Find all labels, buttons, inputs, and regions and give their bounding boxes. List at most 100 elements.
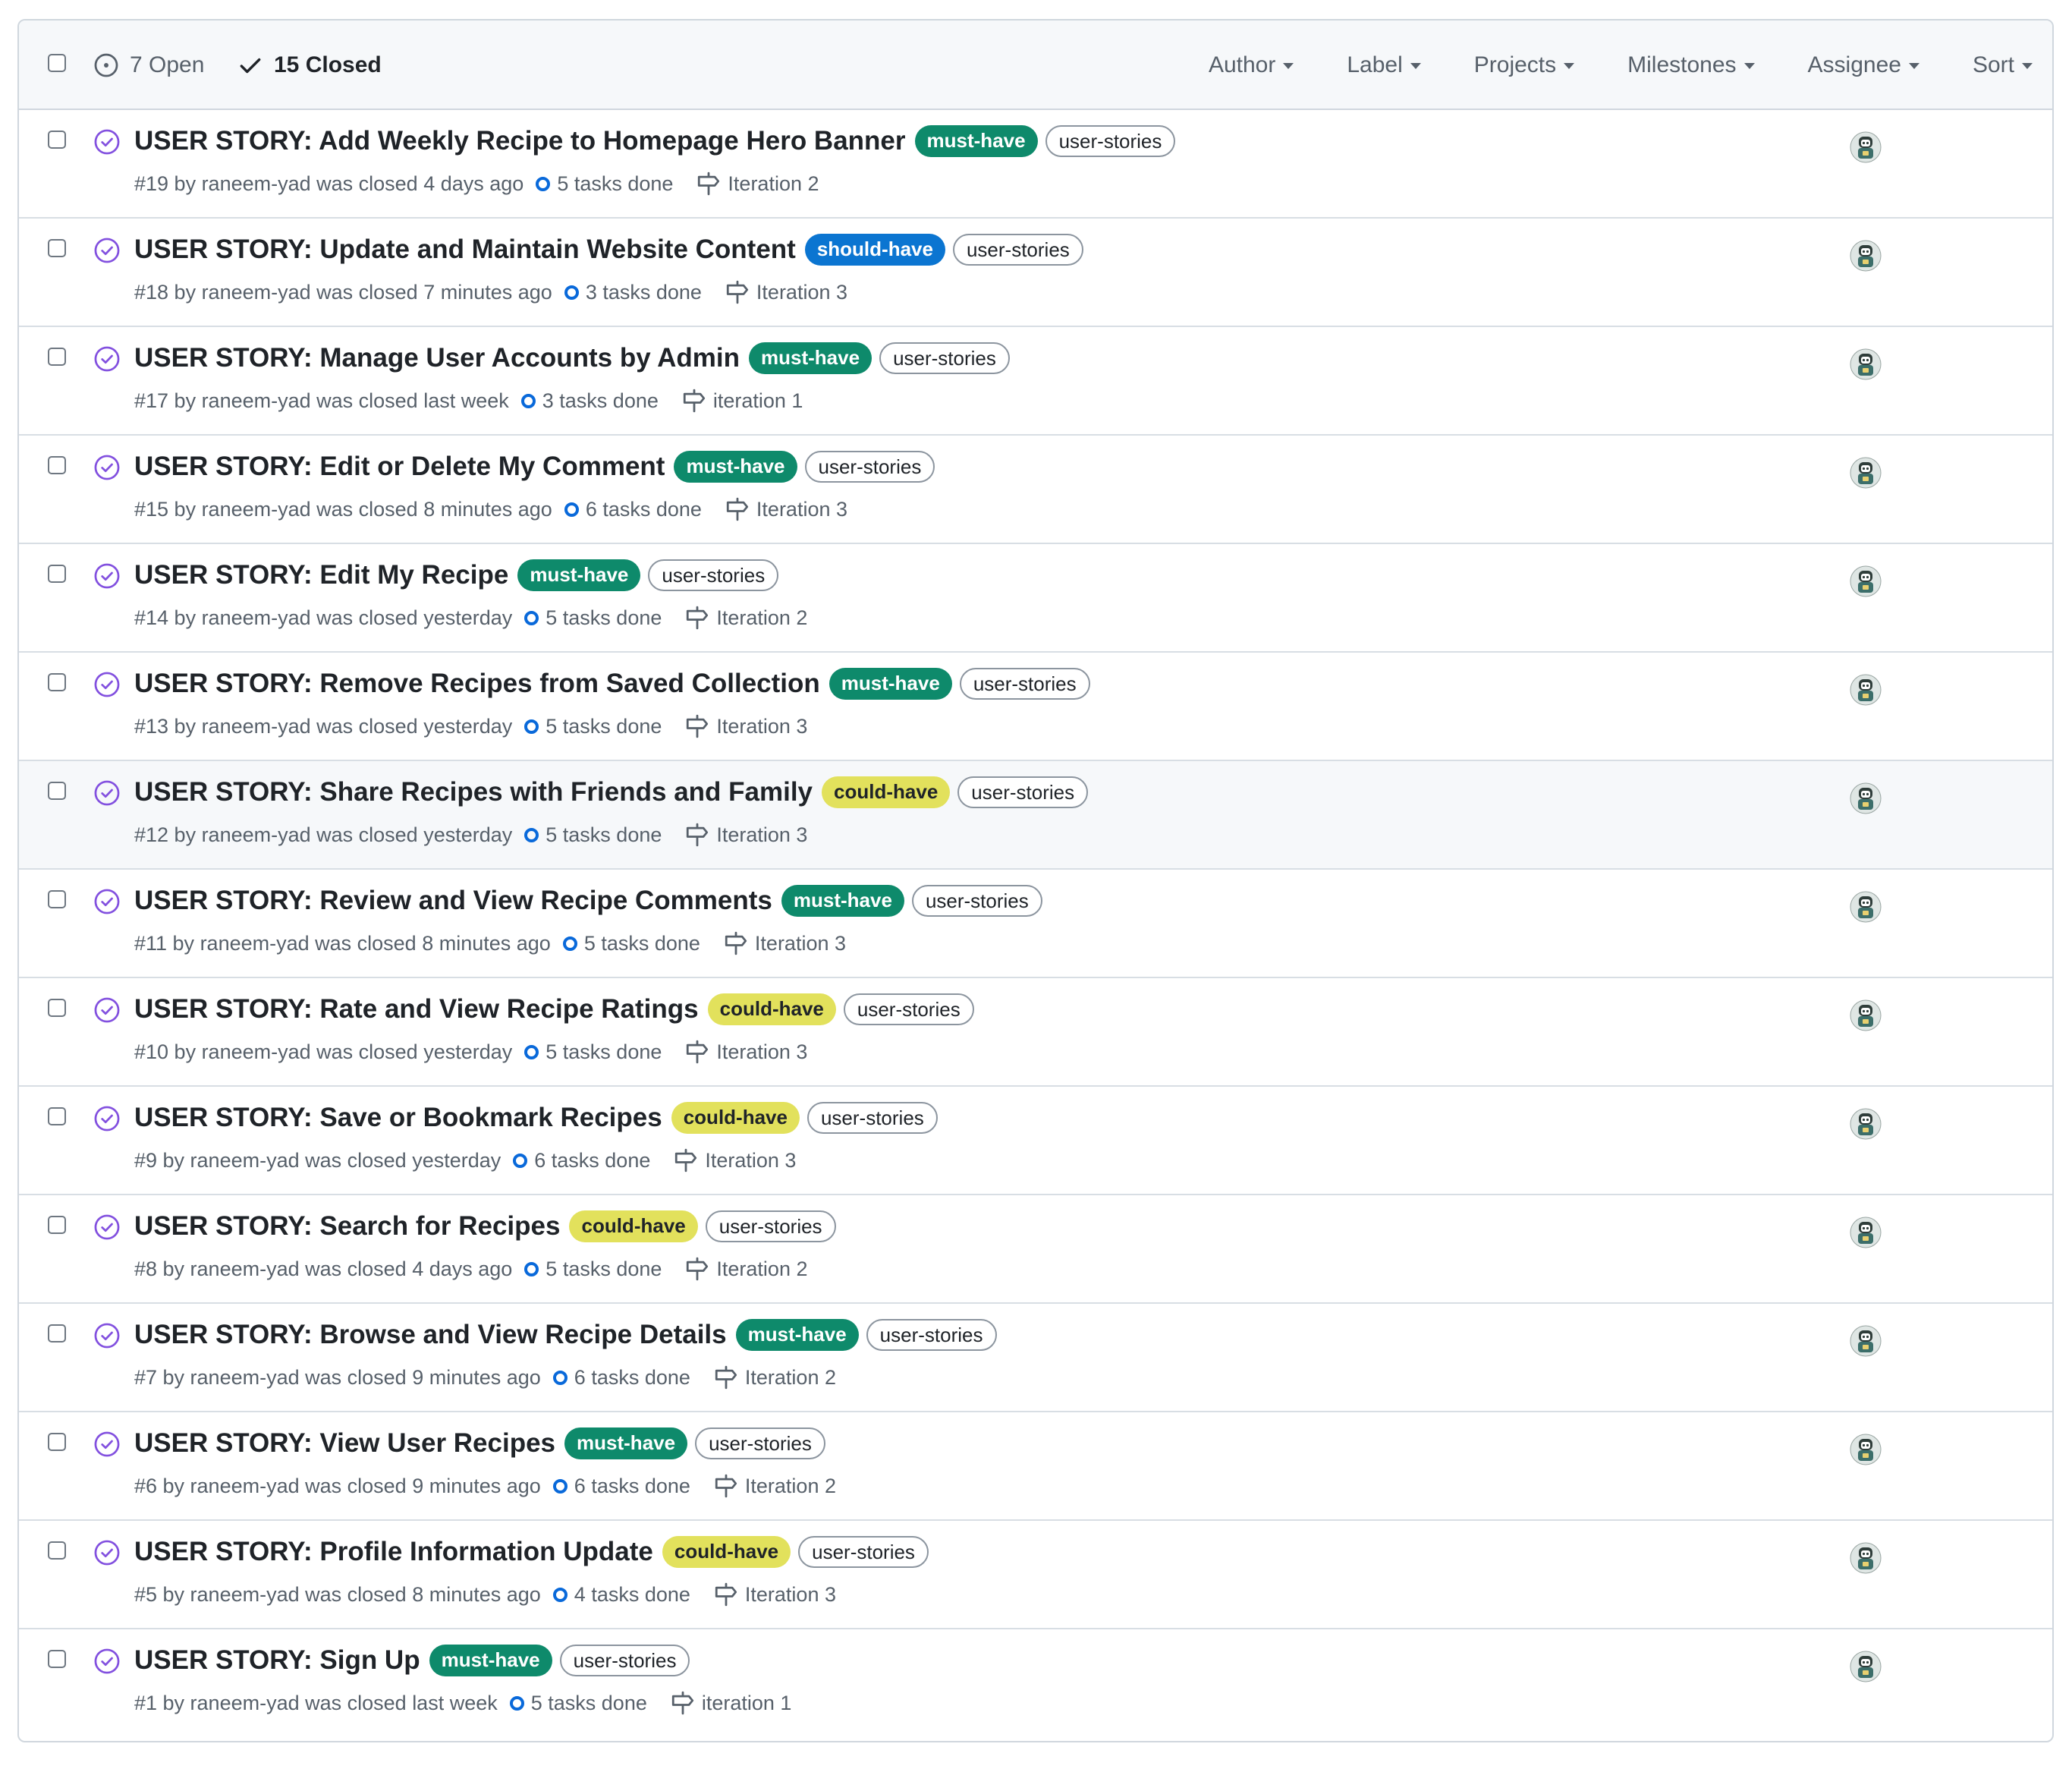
milestone-link[interactable]: Iteration 3 — [684, 822, 807, 848]
user-stories-label[interactable]: user-stories — [648, 559, 779, 591]
priority-label[interactable]: could-have — [822, 776, 951, 808]
user-stories-label[interactable]: user-stories — [559, 1645, 690, 1676]
assignee-avatar[interactable] — [1850, 782, 1882, 814]
issue-row[interactable]: USER STORY: Edit My Recipe must-have use… — [19, 544, 2052, 653]
issue-checkbox[interactable] — [48, 239, 66, 257]
select-all-checkbox[interactable] — [48, 54, 66, 72]
milestone-link[interactable]: Iteration 3 — [725, 279, 847, 305]
issue-row[interactable]: USER STORY: Profile Information Update c… — [19, 1521, 2052, 1629]
issue-checkbox[interactable] — [48, 890, 66, 908]
issue-title-link[interactable]: USER STORY: View User Recipes — [134, 1428, 555, 1459]
milestone-link[interactable]: Iteration 3 — [684, 1039, 807, 1065]
priority-label[interactable]: must-have — [781, 885, 904, 917]
issue-checkbox[interactable] — [48, 131, 66, 149]
issue-title-link[interactable]: USER STORY: Profile Information Update — [134, 1537, 653, 1567]
assignee-avatar[interactable] — [1850, 131, 1882, 163]
issue-title-link[interactable]: USER STORY: Search for Recipes — [134, 1211, 560, 1242]
open-issues-tab[interactable]: 7 Open — [93, 20, 204, 110]
priority-label[interactable]: must-have — [914, 125, 1038, 157]
priority-label[interactable]: must-have — [564, 1427, 688, 1459]
issue-checkbox[interactable] — [48, 1216, 66, 1234]
assignee-avatar[interactable] — [1850, 999, 1882, 1031]
assignee-avatar[interactable] — [1850, 1325, 1882, 1357]
priority-label[interactable]: must-have — [735, 1319, 859, 1351]
milestone-link[interactable]: Iteration 3 — [725, 496, 847, 522]
issue-row[interactable]: USER STORY: Share Recipes with Friends a… — [19, 761, 2052, 870]
issue-checkbox[interactable] — [48, 1650, 66, 1668]
issue-title-link[interactable]: USER STORY: Review and View Recipe Comme… — [134, 886, 772, 916]
milestone-link[interactable]: Iteration 2 — [684, 1256, 807, 1282]
assignee-avatar[interactable] — [1850, 674, 1882, 706]
issue-checkbox[interactable] — [48, 999, 66, 1017]
priority-label[interactable]: could-have — [569, 1210, 698, 1242]
issue-title-link[interactable]: USER STORY: Edit or Delete My Comment — [134, 452, 665, 482]
user-stories-label[interactable]: user-stories — [879, 342, 1010, 374]
user-stories-label[interactable]: user-stories — [843, 993, 974, 1025]
issue-checkbox[interactable] — [48, 782, 66, 800]
projects-filter[interactable]: Projects — [1474, 52, 1575, 78]
issue-row[interactable]: USER STORY: Save or Bookmark Recipes cou… — [19, 1087, 2052, 1195]
assignee-avatar[interactable] — [1850, 348, 1882, 380]
milestone-link[interactable]: Iteration 3 — [723, 930, 846, 956]
priority-label[interactable]: must-have — [674, 451, 797, 483]
milestone-link[interactable]: Iteration 2 — [696, 171, 819, 197]
assignee-avatar[interactable] — [1850, 240, 1882, 272]
user-stories-label[interactable]: user-stories — [952, 234, 1083, 266]
user-stories-label[interactable]: user-stories — [804, 451, 935, 483]
issue-row[interactable]: USER STORY: Add Weekly Recipe to Homepag… — [19, 110, 2052, 219]
assignee-avatar[interactable] — [1850, 891, 1882, 923]
issue-title-link[interactable]: USER STORY: Rate and View Recipe Ratings — [134, 994, 699, 1025]
issue-checkbox[interactable] — [48, 1433, 66, 1451]
issue-checkbox[interactable] — [48, 348, 66, 366]
issue-checkbox[interactable] — [48, 1107, 66, 1125]
issue-checkbox[interactable] — [48, 1324, 66, 1342]
issue-row[interactable]: USER STORY: Review and View Recipe Comme… — [19, 870, 2052, 978]
user-stories-label[interactable]: user-stories — [798, 1536, 929, 1568]
user-stories-label[interactable]: user-stories — [705, 1210, 836, 1242]
priority-label[interactable]: must-have — [828, 668, 952, 700]
priority-label[interactable]: must-have — [749, 342, 873, 374]
milestone-link[interactable]: Iteration 3 — [673, 1147, 796, 1173]
priority-label[interactable]: should-have — [804, 234, 945, 266]
user-stories-label[interactable]: user-stories — [959, 668, 1090, 700]
sort-filter[interactable]: Sort — [1973, 52, 2033, 78]
assignee-avatar[interactable] — [1850, 1542, 1882, 1574]
issue-title-link[interactable]: USER STORY: Add Weekly Recipe to Homepag… — [134, 126, 906, 156]
milestone-link[interactable]: Iteration 2 — [713, 1473, 836, 1499]
assignee-avatar[interactable] — [1850, 1217, 1882, 1248]
issue-row[interactable]: USER STORY: Sign Up must-have user-stori… — [19, 1629, 2052, 1738]
user-stories-label[interactable]: user-stories — [806, 1102, 938, 1134]
issue-row[interactable]: USER STORY: Browse and View Recipe Detai… — [19, 1304, 2052, 1412]
issue-title-link[interactable]: USER STORY: Save or Bookmark Recipes — [134, 1103, 662, 1133]
issue-title-link[interactable]: USER STORY: Remove Recipes from Saved Co… — [134, 669, 820, 699]
issue-checkbox[interactable] — [48, 673, 66, 691]
assignee-avatar[interactable] — [1850, 565, 1882, 597]
issue-row[interactable]: USER STORY: Edit or Delete My Comment mu… — [19, 436, 2052, 544]
issue-title-link[interactable]: USER STORY: Browse and View Recipe Detai… — [134, 1320, 727, 1350]
issue-title-link[interactable]: USER STORY: Share Recipes with Friends a… — [134, 777, 813, 807]
assignee-avatar[interactable] — [1850, 1434, 1882, 1465]
milestone-link[interactable]: iteration 1 — [670, 1690, 791, 1716]
issue-checkbox[interactable] — [48, 565, 66, 583]
issue-row[interactable]: USER STORY: Remove Recipes from Saved Co… — [19, 653, 2052, 761]
user-stories-label[interactable]: user-stories — [866, 1319, 997, 1351]
issue-title-link[interactable]: USER STORY: Sign Up — [134, 1645, 420, 1676]
issue-checkbox[interactable] — [48, 456, 66, 474]
author-filter[interactable]: Author — [1209, 52, 1294, 78]
assignee-avatar[interactable] — [1850, 1651, 1882, 1682]
closed-issues-tab[interactable]: 15 Closed — [237, 20, 382, 110]
issue-checkbox[interactable] — [48, 1541, 66, 1560]
milestone-link[interactable]: Iteration 3 — [684, 713, 807, 739]
issue-row[interactable]: USER STORY: Search for Recipes could-hav… — [19, 1195, 2052, 1304]
issue-title-link[interactable]: USER STORY: Manage User Accounts by Admi… — [134, 343, 740, 373]
issue-row[interactable]: USER STORY: Update and Maintain Website … — [19, 219, 2052, 327]
milestone-link[interactable]: Iteration 2 — [684, 605, 807, 631]
assignee-avatar[interactable] — [1850, 1108, 1882, 1140]
label-filter[interactable]: Label — [1347, 52, 1421, 78]
assignee-avatar[interactable] — [1850, 457, 1882, 489]
issue-row[interactable]: USER STORY: Rate and View Recipe Ratings… — [19, 978, 2052, 1087]
milestone-link[interactable]: Iteration 2 — [713, 1365, 836, 1390]
priority-label[interactable]: could-have — [707, 993, 836, 1025]
user-stories-label[interactable]: user-stories — [957, 776, 1089, 808]
priority-label[interactable]: could-have — [671, 1102, 800, 1134]
